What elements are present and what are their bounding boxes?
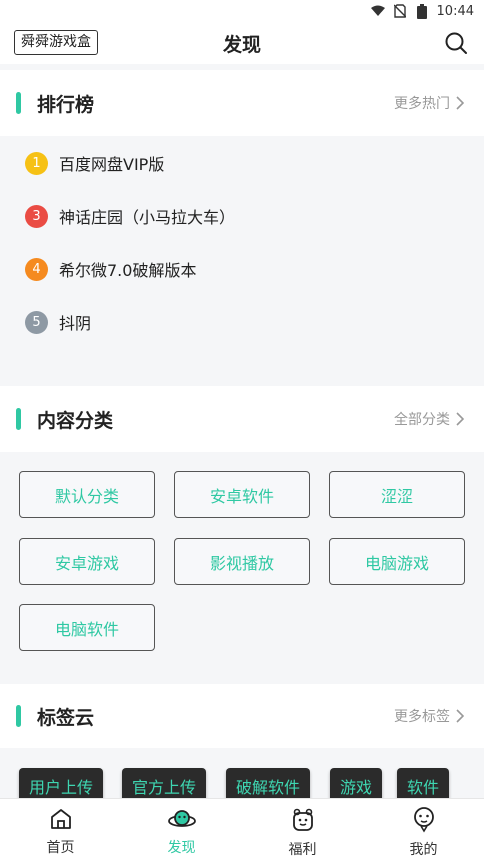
search-button[interactable] <box>444 31 468 55</box>
rank-number-badge: 3 <box>25 204 48 228</box>
categories-section-header: 内容分类 全部分类 <box>0 386 484 452</box>
tab-home[interactable]: 首页 <box>0 799 121 860</box>
rank-item-label: 抖阴 <box>59 314 92 333</box>
tag-cloud: 用户上传 官方上传 破解软件 游戏 软件 <box>0 748 484 798</box>
ranking-list: 1 百度网盘VIP版 3 神话庄园（小马拉大车） 4 希尔微7.0破解版本 5 … <box>0 136 484 386</box>
status-time: 10:44 <box>436 3 474 19</box>
tab-label: 福利 <box>288 842 317 858</box>
rank-item[interactable]: 4 希尔微7.0破解版本 <box>25 254 196 284</box>
category-button[interactable]: 影视播放 <box>174 538 310 585</box>
tag-chip[interactable]: 用户上传 <box>19 768 104 798</box>
all-categories-link[interactable]: 全部分类 <box>394 409 464 429</box>
ranking-section-header: 排行榜 更多热门 <box>0 70 484 136</box>
tab-label: 我的 <box>409 842 438 858</box>
rank-item-label: 神话庄园（小马拉大车） <box>59 208 236 227</box>
tag-chip[interactable]: 官方上传 <box>122 768 207 798</box>
tag-chip[interactable]: 游戏 <box>330 768 383 798</box>
tab-label: 首页 <box>46 840 75 856</box>
profile-icon <box>413 807 434 833</box>
planet-icon <box>167 810 196 827</box>
categories-title: 内容分类 <box>37 409 114 432</box>
rank-item-label: 百度网盘VIP版 <box>59 155 165 174</box>
ranking-title: 排行榜 <box>37 93 95 116</box>
category-button[interactable]: 安卓软件 <box>174 471 310 518</box>
app-brand[interactable]: 舜舜游戏盒 <box>14 30 98 55</box>
battery-icon <box>415 3 429 19</box>
rank-item[interactable]: 3 神话庄园（小马拉大车） <box>25 201 235 231</box>
wifi-icon <box>370 4 385 18</box>
tags-title: 标签云 <box>37 706 95 729</box>
status-bar: 10:44 <box>0 0 484 22</box>
section-accent-bar <box>16 92 21 114</box>
rank-item[interactable]: 1 百度网盘VIP版 <box>25 148 164 178</box>
gift-bear-icon <box>292 808 313 831</box>
rank-item[interactable]: 5 抖阴 <box>25 307 91 337</box>
tags-section-header: 标签云 更多标签 <box>0 684 484 748</box>
tab-mine[interactable]: 我的 <box>363 799 484 860</box>
category-button[interactable]: 默认分类 <box>19 471 155 518</box>
rank-number-badge: 1 <box>25 151 48 175</box>
rank-number-badge: 5 <box>25 310 48 334</box>
category-button[interactable]: 电脑软件 <box>19 604 155 651</box>
more-tags-link[interactable]: 更多标签 <box>394 706 464 726</box>
chevron-right-icon <box>456 709 464 723</box>
section-accent-bar <box>16 705 21 727</box>
chevron-right-icon <box>456 96 464 110</box>
category-button[interactable]: 电脑游戏 <box>329 538 465 585</box>
bottom-tab-bar: 首页 发现 福利 我的 <box>0 798 484 860</box>
category-button[interactable]: 涩涩 <box>329 471 465 518</box>
search-icon <box>445 32 467 54</box>
page-title: 发现 <box>222 33 261 56</box>
tab-label: 发现 <box>167 840 196 856</box>
rank-number-badge: 4 <box>25 257 48 281</box>
more-hot-link[interactable]: 更多热门 <box>394 93 464 113</box>
chevron-right-icon <box>456 412 464 426</box>
category-grid: 默认分类 安卓软件 涩涩 安卓游戏 影视播放 电脑游戏 电脑软件 <box>0 452 484 684</box>
rank-item-label: 希尔微7.0破解版本 <box>59 261 197 280</box>
all-categories-label: 全部分类 <box>394 412 450 428</box>
tab-discover[interactable]: 发现 <box>121 799 242 860</box>
tag-chip[interactable]: 软件 <box>397 768 450 798</box>
section-accent-bar <box>16 408 21 430</box>
no-sim-icon <box>393 4 407 18</box>
home-icon <box>50 809 71 829</box>
tag-chip[interactable]: 破解软件 <box>226 768 311 798</box>
category-button[interactable]: 安卓游戏 <box>19 538 155 585</box>
more-hot-label: 更多热门 <box>394 96 450 112</box>
more-tags-label: 更多标签 <box>394 709 450 725</box>
app-header: 舜舜游戏盒 发现 <box>0 22 484 64</box>
tab-welfare[interactable]: 福利 <box>242 799 363 860</box>
